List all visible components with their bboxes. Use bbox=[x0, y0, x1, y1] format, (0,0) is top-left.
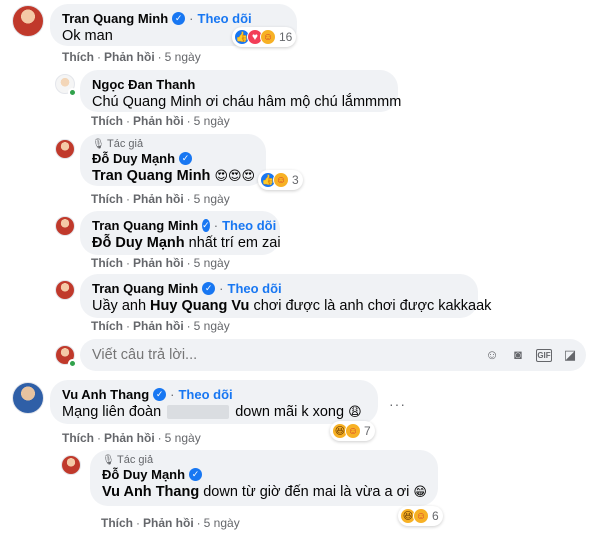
comment-timestamp[interactable]: 5 ngày bbox=[194, 114, 230, 128]
verified-badge-icon: ✓ bbox=[202, 282, 216, 295]
like-button[interactable]: Thích bbox=[62, 50, 94, 64]
emoji-icon[interactable]: ☺ bbox=[484, 347, 500, 363]
comment-text: down mãi k xong bbox=[235, 404, 345, 420]
reply-input[interactable] bbox=[92, 347, 474, 363]
comment-text: down từ giờ đến mai là vừa a ơi bbox=[203, 484, 410, 500]
online-status-icon bbox=[68, 88, 77, 97]
avatar[interactable] bbox=[12, 382, 44, 414]
comment-author[interactable]: Đỗ Duy Mạnh bbox=[102, 467, 185, 482]
comment-text: chơi được là anh chơi được kakkaak bbox=[253, 298, 492, 314]
reaction-count: 3 bbox=[292, 173, 299, 187]
comment-bubble: 🎙 Tác giả Đỗ Duy Mạnh ✓ Vu Anh Thang dow… bbox=[90, 450, 438, 506]
like-button[interactable]: Thích bbox=[91, 192, 123, 206]
verified-badge-icon: ✓ bbox=[202, 219, 210, 232]
verified-badge-icon: ✓ bbox=[172, 12, 186, 25]
comment-bubble: Tran Quang Minh ✓ · Theo dõi Đỗ Duy Mạnh… bbox=[80, 211, 281, 255]
like-button[interactable]: Thích bbox=[62, 431, 94, 445]
follow-button[interactable]: Theo dõi bbox=[178, 387, 232, 402]
follow-button[interactable]: Theo dõi bbox=[222, 218, 276, 233]
comment-text: Uầy anh bbox=[92, 298, 147, 314]
comment-actions: Thích · Phản hồi · 5 ngày bbox=[62, 431, 201, 445]
follow-button[interactable]: Theo dõi bbox=[198, 11, 252, 26]
redacted-text bbox=[167, 405, 230, 420]
avatar[interactable] bbox=[55, 280, 75, 300]
reaction-count: 7 bbox=[364, 424, 371, 438]
reaction-summary[interactable]: 😆 ☺ 7 bbox=[330, 421, 375, 441]
comment-author[interactable]: Ngọc Đan Thanh bbox=[92, 77, 195, 92]
comment-timestamp[interactable]: 5 ngày bbox=[165, 50, 201, 64]
mention-link[interactable]: Huy Quang Vu bbox=[150, 298, 249, 314]
verified-badge-icon: ✓ bbox=[189, 468, 203, 481]
reaction-count: 16 bbox=[279, 30, 293, 44]
avatar[interactable] bbox=[12, 5, 44, 37]
camera-icon[interactable]: ◙ bbox=[510, 347, 526, 363]
comment-author[interactable]: Vu Anh Thang bbox=[62, 387, 149, 402]
verified-badge-icon: ✓ bbox=[179, 152, 193, 165]
author-tag: Tác giả bbox=[107, 138, 144, 150]
avatar[interactable] bbox=[61, 455, 81, 475]
care-icon: ☺ bbox=[273, 172, 289, 188]
reaction-summary[interactable]: 👍 ☺ 3 bbox=[258, 170, 303, 190]
comment-actions: Thích · Phản hồi · 5 ngày bbox=[91, 256, 230, 270]
mention-link[interactable]: Tran Quang Minh bbox=[92, 168, 210, 184]
reply-button[interactable]: Phản hồi bbox=[133, 256, 184, 270]
care-icon: ☺ bbox=[345, 423, 361, 439]
comment-timestamp[interactable]: 5 ngày bbox=[194, 319, 230, 333]
microphone-icon: 🎙 bbox=[102, 454, 115, 466]
author-tag: Tác giả bbox=[117, 454, 154, 466]
sticker-icon[interactable]: ◪ bbox=[562, 347, 578, 363]
reply-box[interactable]: ☺ ◙ GIF ◪ bbox=[80, 339, 586, 371]
mention-link[interactable]: Vu Anh Thang bbox=[102, 484, 199, 500]
comment-author[interactable]: Tran Quang Minh bbox=[92, 281, 198, 296]
like-button[interactable]: Thích bbox=[101, 516, 133, 530]
grin-emoji: 😁 bbox=[413, 484, 427, 499]
reply-button[interactable]: Phản hồi bbox=[104, 50, 155, 64]
more-options-icon[interactable]: ··· bbox=[389, 396, 406, 412]
comment-timestamp[interactable]: 5 ngày bbox=[165, 431, 201, 445]
comment-text: Chú Quang Minh ơi cháu hâm mộ chú lắmmmm bbox=[92, 94, 402, 110]
comment-text: Mạng liên đoàn bbox=[62, 404, 162, 420]
comment-author[interactable]: Tran Quang Minh bbox=[62, 11, 168, 26]
comment-text: nhất trí em zai bbox=[188, 235, 281, 251]
reaction-summary[interactable]: 👍 ♥ ☺ 16 bbox=[232, 27, 297, 47]
reaction-summary[interactable]: 😆 ☺ 6 bbox=[398, 506, 443, 526]
avatar[interactable] bbox=[55, 216, 75, 236]
comment-bubble: Tran Quang Minh ✓ · Theo dõi Uầy anh Huy… bbox=[80, 274, 491, 318]
weary-emoji: 😩 bbox=[348, 404, 362, 419]
reaction-count: 6 bbox=[432, 509, 439, 523]
follow-button[interactable]: Theo dõi bbox=[228, 281, 282, 296]
reply-button[interactable]: Phản hồi bbox=[133, 114, 184, 128]
reply-button[interactable]: Phản hồi bbox=[143, 516, 194, 530]
reply-button[interactable]: Phản hồi bbox=[133, 319, 184, 333]
microphone-icon: 🎙 bbox=[92, 138, 105, 150]
comment-actions: Thích · Phản hồi · 5 ngày bbox=[91, 319, 230, 333]
reply-button[interactable]: Phản hồi bbox=[133, 192, 184, 206]
like-button[interactable]: Thích bbox=[91, 256, 123, 270]
comment-actions: Thích · Phản hồi · 5 ngày bbox=[91, 114, 230, 128]
comment-actions: Thích · Phản hồi · 5 ngày bbox=[62, 50, 201, 64]
care-icon: ☺ bbox=[260, 29, 276, 45]
gif-icon[interactable]: GIF bbox=[536, 348, 552, 362]
like-button[interactable]: Thích bbox=[91, 319, 123, 333]
comment-author[interactable]: Đỗ Duy Mạnh bbox=[92, 151, 175, 166]
reply-button[interactable]: Phản hồi bbox=[104, 431, 155, 445]
care-icon: ☺ bbox=[413, 508, 429, 524]
comment-actions: Thích · Phản hồi · 5 ngày bbox=[101, 516, 240, 530]
comment-bubble: 🎙 Tác giả Đỗ Duy Mạnh ✓ Tran Quang Minh … bbox=[80, 134, 266, 186]
mention-link[interactable]: Đỗ Duy Mạnh bbox=[92, 235, 185, 251]
verified-badge-icon: ✓ bbox=[153, 388, 167, 401]
comment-bubble: Vu Anh Thang ✓ · Theo dõi Mạng liên đoàn… bbox=[50, 380, 378, 424]
online-status-icon bbox=[68, 359, 77, 368]
comment-timestamp[interactable]: 5 ngày bbox=[204, 516, 240, 530]
comment-timestamp[interactable]: 5 ngày bbox=[194, 256, 230, 270]
comment-timestamp[interactable]: 5 ngày bbox=[194, 192, 230, 206]
comment-author[interactable]: Tran Quang Minh bbox=[92, 218, 198, 233]
heart-eyes-emoji: 😍😍😍 bbox=[214, 168, 256, 183]
comment-bubble: Ngọc Đan Thanh Chú Quang Minh ơi cháu hâ… bbox=[80, 70, 402, 112]
like-button[interactable]: Thích bbox=[91, 114, 123, 128]
comment-actions: Thích · Phản hồi · 5 ngày bbox=[91, 192, 230, 206]
avatar[interactable] bbox=[55, 139, 75, 159]
